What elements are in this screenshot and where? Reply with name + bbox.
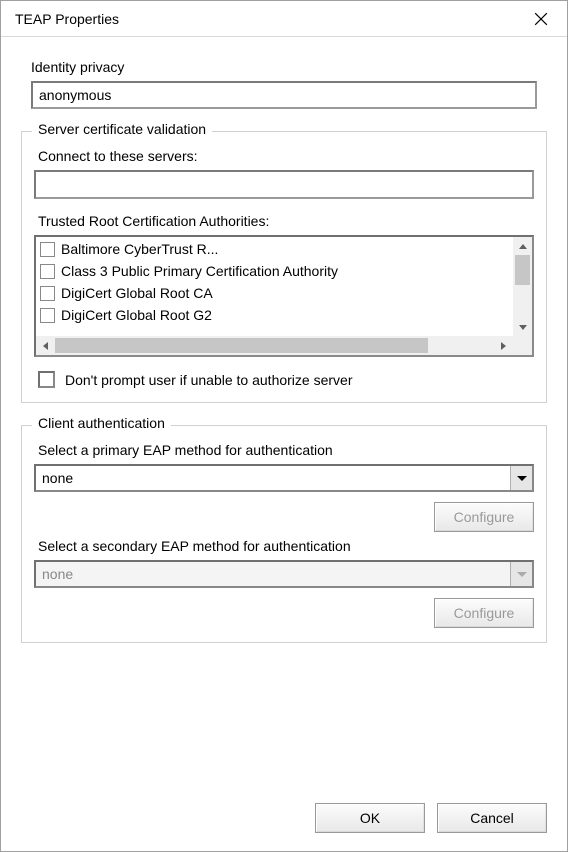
close-button[interactable] [517, 1, 565, 37]
dont-prompt-label: Don't prompt user if unable to authorize… [65, 372, 353, 388]
identity-privacy-input[interactable] [31, 81, 537, 109]
primary-eap-label: Select a primary EAP method for authenti… [38, 442, 530, 458]
checkbox-icon[interactable] [40, 242, 55, 257]
server-validation-legend: Server certificate validation [32, 121, 212, 137]
list-item[interactable]: DigiCert Global Root CA [36, 282, 513, 304]
list-item-label: DigiCert Global Root G2 [61, 307, 212, 323]
hscroll-thumb[interactable] [55, 338, 428, 353]
connect-servers-label: Connect to these servers: [38, 148, 530, 164]
secondary-eap-label: Select a secondary EAP method for authen… [38, 538, 530, 554]
checkbox-icon[interactable] [40, 308, 55, 323]
titlebar: TEAP Properties [1, 1, 567, 37]
window-title: TEAP Properties [15, 11, 119, 27]
content-area: Identity privacy Server certificate vali… [1, 37, 567, 787]
checkbox-icon[interactable] [40, 264, 55, 279]
scroll-left-icon[interactable] [36, 336, 55, 355]
list-item-label: Baltimore CyberTrust R... [61, 241, 218, 257]
dont-prompt-checkbox-row[interactable]: Don't prompt user if unable to authorize… [38, 371, 534, 388]
chevron-down-icon [510, 562, 532, 586]
list-item-label: DigiCert Global Root CA [61, 285, 213, 301]
client-auth-legend: Client authentication [32, 415, 171, 431]
scroll-corner [513, 336, 532, 355]
checkbox-icon[interactable] [38, 371, 55, 388]
dialog-footer: OK Cancel [1, 787, 567, 851]
secondary-configure-button: Configure [434, 598, 534, 628]
scroll-down-icon[interactable] [513, 318, 532, 336]
scroll-right-icon[interactable] [494, 336, 513, 355]
teap-properties-dialog: TEAP Properties Identity privacy Server … [0, 0, 568, 852]
scroll-thumb[interactable] [515, 255, 530, 285]
close-icon [534, 12, 548, 26]
list-item[interactable]: Class 3 Public Primary Certification Aut… [36, 260, 513, 282]
primary-eap-value: none [42, 470, 73, 486]
scroll-track[interactable] [513, 255, 532, 318]
scroll-up-icon[interactable] [513, 237, 532, 255]
checkbox-icon[interactable] [40, 286, 55, 301]
list-item-label: Class 3 Public Primary Certification Aut… [61, 263, 338, 279]
hscroll-track[interactable] [55, 336, 494, 355]
secondary-eap-select: none [34, 560, 534, 588]
trusted-root-listbox[interactable]: Baltimore CyberTrust R... Class 3 Public… [34, 235, 534, 357]
client-auth-group: Client authentication Select a primary E… [21, 425, 547, 643]
primary-eap-select[interactable]: none [34, 464, 534, 492]
horizontal-scrollbar[interactable] [36, 336, 532, 355]
secondary-eap-value: none [42, 566, 73, 582]
server-validation-group: Server certificate validation Connect to… [21, 131, 547, 403]
primary-configure-button[interactable]: Configure [434, 502, 534, 532]
cancel-button[interactable]: Cancel [437, 803, 547, 833]
chevron-down-icon[interactable] [510, 466, 532, 490]
vertical-scrollbar[interactable] [513, 237, 532, 336]
list-item[interactable]: DigiCert Global Root G2 [36, 304, 513, 326]
trusted-root-label: Trusted Root Certification Authorities: [38, 213, 530, 229]
ok-button[interactable]: OK [315, 803, 425, 833]
identity-privacy-label: Identity privacy [31, 59, 537, 75]
connect-servers-input[interactable] [34, 170, 534, 199]
list-item[interactable]: Baltimore CyberTrust R... [36, 238, 513, 260]
